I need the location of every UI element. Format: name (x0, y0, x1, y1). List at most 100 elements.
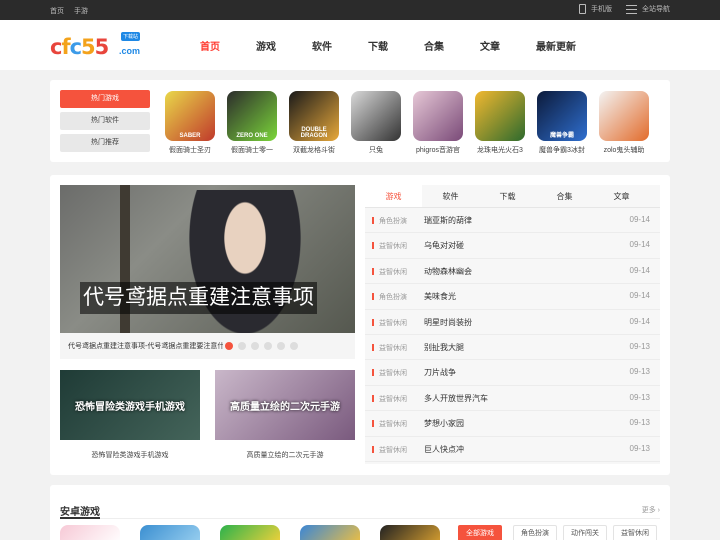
android-tag[interactable]: 益智休闲 (613, 525, 657, 540)
game-icon: ZERO ONE (227, 91, 277, 141)
game-icon-art: 魔兽争霸 (549, 133, 574, 139)
news-title[interactable]: 乌龟对对碰 (424, 240, 464, 251)
top-link-mobile-games[interactable]: 手游 (74, 8, 88, 15)
site-logo[interactable]: cfc55 下载站 .com (50, 32, 142, 58)
game-name: 魔兽争霸3冰封 (539, 147, 585, 154)
banner-caption[interactable]: 代号鸢据点重建注意事项-代号鸢据点重建要注意什么 (68, 341, 223, 351)
news-row[interactable]: 益智休闲 乌龟对对碰 09-14 (365, 233, 660, 259)
game-icon: DOUBLE DRAGON (289, 91, 339, 141)
feature-card-horror[interactable]: 恐怖冒险类游戏手机游戏 恐怖冒险类游戏手机游戏 (60, 370, 200, 460)
news-title[interactable]: 美味食光 (424, 291, 456, 302)
game-icon: 魔兽争霸 (537, 91, 587, 141)
android-tag[interactable]: 角色扮演 (513, 525, 557, 540)
carousel-dot[interactable] (277, 342, 285, 350)
category-marker (372, 420, 374, 428)
category-marker (372, 242, 374, 250)
news-category: 益智休闲 (379, 446, 407, 454)
news-row[interactable]: 角色扮演 美味食光 09-14 (365, 284, 660, 310)
android-tag[interactable]: 动作闯关 (563, 525, 607, 540)
feature-caption: 恐怖冒险类游戏手机游戏 (91, 452, 169, 459)
game-icon-art: DOUBLE DRAGON (300, 127, 328, 139)
banner-image[interactable]: 代号鸢据点重建注意事项 (60, 185, 355, 333)
news-category: 益智休闲 (379, 319, 407, 327)
tab-news-software[interactable]: 软件 (422, 185, 479, 207)
tab-hot-recommend[interactable]: 热门推荐 (60, 134, 150, 152)
android-game-icon[interactable] (300, 525, 360, 540)
logo-badge: 下载站 (120, 32, 140, 41)
nav-download[interactable]: 下载 (368, 38, 388, 53)
hot-game-item[interactable]: ZERO ONE 假面骑士零一 (224, 91, 280, 155)
feature-card-anime[interactable]: 高质量立绘的二次元手游 高质量立绘的二次元手游 (215, 370, 355, 460)
hot-game-item[interactable]: DOUBLE DRAGON 双截龙格斗街 (286, 91, 342, 155)
carousel-dot[interactable] (238, 342, 246, 350)
news-row[interactable]: 益智休闲 多人开放世界汽车 09-13 (365, 386, 660, 412)
android-game-icon[interactable] (380, 525, 440, 540)
more-link[interactable]: 更多 › (642, 505, 660, 515)
news-row[interactable]: 益智休闲 刀片战争 09-13 (365, 360, 660, 386)
news-title[interactable]: 别扯我大腿 (424, 342, 464, 353)
hot-games-list: SABER 假面骑士圣刃 ZERO ONE 假面骑士零一 DOUBLE DRAGON 双截… (162, 91, 658, 155)
tab-hot-games[interactable]: 热门游戏 (60, 90, 150, 108)
hot-game-item[interactable]: 龙珠电光火石3 (472, 91, 528, 155)
news-date: 09-14 (629, 316, 650, 326)
news-title[interactable]: 刀片战争 (424, 367, 456, 378)
carousel-dot[interactable] (225, 342, 233, 350)
news-row[interactable]: 益智休闲 动物森林幽会 09-14 (365, 259, 660, 285)
tab-news-download[interactable]: 下载 (479, 185, 536, 207)
more-label: 更多 (641, 507, 656, 514)
news-date: 09-14 (629, 240, 650, 250)
android-games-section: 安卓游戏 更多 › 全部游戏 角色扮演 动作闯关 益智休闲 (50, 485, 670, 540)
nav-home[interactable]: 首页 (200, 38, 220, 53)
news-row[interactable]: 角色扮演 瑞亚斯的葫律 09-14 (365, 208, 660, 234)
game-icon (351, 91, 401, 141)
nav-collections[interactable]: 合集 (424, 38, 444, 53)
hot-game-item[interactable]: 魔兽争霸魔兽争霸3冰封 (534, 91, 590, 155)
nav-articles[interactable]: 文章 (480, 38, 500, 53)
top-link-home[interactable]: 首页 (50, 8, 64, 15)
news-date: 09-13 (629, 341, 650, 351)
game-icon (413, 91, 463, 141)
news-row[interactable]: 益智休闲 别扯我大腿 09-13 (365, 335, 660, 361)
carousel-dot[interactable] (251, 342, 259, 350)
category-marker (372, 318, 374, 326)
game-name: 只兔 (369, 147, 383, 154)
news-title[interactable]: 明星时尚装扮 (424, 317, 472, 328)
hot-game-item[interactable]: phigros音游官 (410, 91, 466, 155)
news-title[interactable]: 动物森林幽会 (424, 266, 472, 277)
category-marker (372, 394, 374, 402)
tab-news-articles[interactable]: 文章 (593, 185, 650, 207)
news-row[interactable]: 益智休闲 梦想小家园 09-13 (365, 411, 660, 437)
category-marker (372, 445, 374, 453)
android-game-icon[interactable] (140, 525, 200, 540)
game-icon (599, 91, 649, 141)
news-title[interactable]: 瑞亚斯的葫律 (424, 215, 472, 226)
nav-games[interactable]: 游戏 (256, 38, 276, 53)
carousel-dot[interactable] (264, 342, 272, 350)
tab-hot-software[interactable]: 热门软件 (60, 112, 150, 130)
tab-news-games[interactable]: 游戏 (365, 185, 422, 207)
nav-software[interactable]: 软件 (312, 38, 332, 53)
android-game-icon[interactable] (220, 525, 280, 540)
hot-game-item[interactable]: zolo鬼头辅助 (596, 91, 652, 155)
carousel-dots (225, 342, 303, 350)
mobile-version-link[interactable]: 手机版 (579, 4, 612, 14)
site-nav-link[interactable]: 全站导航 (626, 4, 670, 14)
banner-title: 代号鸢据点重建注意事项 (80, 282, 317, 314)
menu-icon (626, 4, 637, 14)
main-nav: 首页 游戏 软件 下载 合集 文章 最新更新 (200, 38, 612, 53)
nav-latest[interactable]: 最新更新 (536, 38, 576, 53)
banner-footer: 代号鸢据点重建注意事项-代号鸢据点重建要注意什么 (60, 333, 355, 359)
tab-news-collections[interactable]: 合集 (536, 185, 593, 207)
news-date: 09-14 (629, 265, 650, 275)
hot-game-item[interactable]: SABER 假面骑士圣刃 (162, 91, 218, 155)
feature-overlay-text: 高质量立绘的二次元手游 (230, 402, 340, 413)
carousel-dot[interactable] (290, 342, 298, 350)
news-title[interactable]: 巨人快点冲 (424, 444, 464, 455)
android-tag[interactable]: 全部游戏 (458, 525, 502, 540)
android-game-icon[interactable] (60, 525, 120, 540)
news-row[interactable]: 益智休闲 巨人快点冲 09-13 (365, 437, 660, 462)
hot-game-item[interactable]: 只兔 (348, 91, 404, 155)
news-row[interactable]: 益智休闲 明星时尚装扮 09-14 (365, 310, 660, 335)
news-title[interactable]: 梦想小家园 (424, 418, 464, 429)
news-title[interactable]: 多人开放世界汽车 (424, 393, 488, 404)
